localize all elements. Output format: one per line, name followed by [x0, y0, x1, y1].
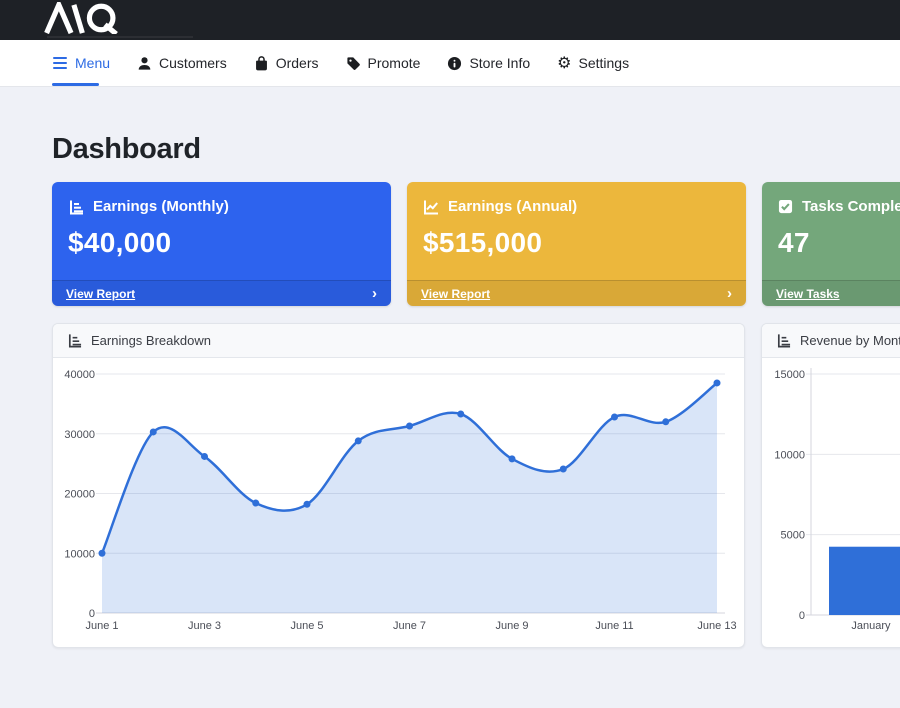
svg-text:20000: 20000 — [64, 489, 95, 501]
brand-logo[interactable] — [40, 2, 136, 39]
nav-item-label: Customers — [159, 55, 227, 71]
stat-card-title-row: Earnings (Monthly) — [68, 198, 375, 215]
nav-item-label: Menu — [75, 55, 110, 71]
view-tasks-link[interactable]: View Tasks — [776, 287, 840, 301]
svg-text:June 11: June 11 — [595, 620, 633, 632]
active-tab-indicator — [52, 83, 99, 86]
svg-text:40000: 40000 — [64, 369, 95, 381]
stat-card-body: Tasks Completed 47 — [762, 182, 900, 259]
nav-item-customers[interactable]: Customers — [137, 55, 227, 71]
nav-item-settings[interactable]: ⚙ Settings — [557, 55, 629, 71]
stat-card-footer: View Report › — [407, 280, 746, 306]
nav-item-promote[interactable]: Promote — [346, 55, 421, 71]
chevron-right-icon: › — [372, 285, 377, 302]
view-report-link[interactable]: View Report — [421, 287, 490, 301]
view-report-link[interactable]: View Report — [66, 287, 135, 301]
svg-text:5000: 5000 — [781, 530, 805, 542]
svg-text:30000: 30000 — [64, 429, 95, 441]
nav-item-label: Orders — [276, 55, 319, 71]
svg-text:June 1: June 1 — [85, 620, 118, 632]
stat-card-value: $515,000 — [423, 227, 730, 259]
stat-card-footer: View Report › — [52, 280, 391, 306]
nav-item-label: Store Info — [469, 55, 530, 71]
svg-text:June 7: June 7 — [393, 620, 426, 632]
bag-icon — [254, 55, 269, 71]
earnings-breakdown-card: Earnings Breakdown 0 10000 20000 30000 40000… — [52, 323, 745, 648]
info-icon — [447, 56, 462, 71]
charts-row: Earnings Breakdown 0 10000 20000 30000 40000… — [52, 323, 900, 648]
nav-item-store-info[interactable]: Store Info — [447, 55, 530, 71]
chart-title: Earnings Breakdown — [91, 333, 211, 348]
stat-card-body: Earnings (Monthly) $40,000 — [52, 182, 391, 259]
chevron-right-icon: › — [727, 285, 732, 302]
main-content: Dashboard Earnings (Monthly) $40,000 Vie… — [0, 133, 900, 648]
svg-text:June 3: June 3 — [188, 620, 221, 632]
logo-underline — [47, 36, 193, 38]
svg-text:10000: 10000 — [64, 548, 95, 560]
svg-text:January: January — [851, 620, 891, 632]
line-chart-icon — [423, 199, 439, 215]
stat-card-title-row: Earnings (Annual) — [423, 198, 730, 215]
stat-card-tasks-completed: Tasks Completed 47 View Tasks › — [762, 182, 900, 306]
nav-item-orders[interactable]: Orders — [254, 55, 319, 71]
earnings-breakdown-chart: 0 10000 20000 30000 40000 June 1 June 3 June 5 J… — [53, 358, 744, 647]
stat-card-value: $40,000 — [68, 227, 375, 259]
svg-text:June 5: June 5 — [290, 620, 323, 632]
brand-logo-icon — [40, 2, 136, 34]
svg-text:June 9: June 9 — [495, 620, 528, 632]
page-title: Dashboard — [52, 133, 900, 166]
stat-card-title: Earnings (Monthly) — [93, 198, 229, 215]
main-nav: Menu Customers Orders Promote Store Info… — [0, 40, 900, 87]
person-icon — [137, 56, 152, 71]
bar-chart-icon — [776, 333, 791, 348]
svg-text:0: 0 — [89, 608, 95, 620]
nav-item-label: Promote — [368, 55, 421, 71]
stat-card-footer: View Tasks › — [762, 280, 900, 306]
stat-card-title-row: Tasks Completed — [778, 198, 900, 215]
stat-card-title: Tasks Completed — [802, 198, 900, 215]
revenue-by-month-card: Revenue by Month 0 5000 10000 15000 January — [761, 323, 900, 648]
chart-card-header: Revenue by Month — [762, 324, 900, 358]
tag-icon — [346, 56, 361, 71]
bar-chart-icon — [67, 333, 82, 348]
svg-text:June 13: June 13 — [697, 620, 736, 632]
nav-item-menu[interactable]: Menu — [52, 55, 110, 71]
stat-card-body: Earnings (Annual) $515,000 — [407, 182, 746, 259]
hamburger-icon — [52, 56, 68, 70]
stat-card-title: Earnings (Annual) — [448, 198, 577, 215]
chart-title: Revenue by Month — [800, 333, 900, 348]
stat-cards-row: Earnings (Monthly) $40,000 View Report ›… — [52, 182, 900, 306]
chart-card-header: Earnings Breakdown — [53, 324, 744, 358]
stat-card-value: 47 — [778, 227, 900, 259]
gear-icon: ⚙ — [557, 55, 571, 71]
stat-card-earnings-monthly: Earnings (Monthly) $40,000 View Report › — [52, 182, 391, 306]
check-square-icon — [778, 199, 793, 214]
nav-item-label: Settings — [578, 55, 629, 71]
stat-card-earnings-annual: Earnings (Annual) $515,000 View Report › — [407, 182, 746, 306]
topbar — [0, 0, 900, 40]
svg-text:0: 0 — [799, 610, 805, 622]
svg-text:10000: 10000 — [774, 449, 805, 461]
revenue-by-month-chart: 0 5000 10000 15000 January — [762, 358, 900, 647]
svg-text:15000: 15000 — [774, 369, 805, 381]
bar-chart-icon — [68, 199, 84, 215]
